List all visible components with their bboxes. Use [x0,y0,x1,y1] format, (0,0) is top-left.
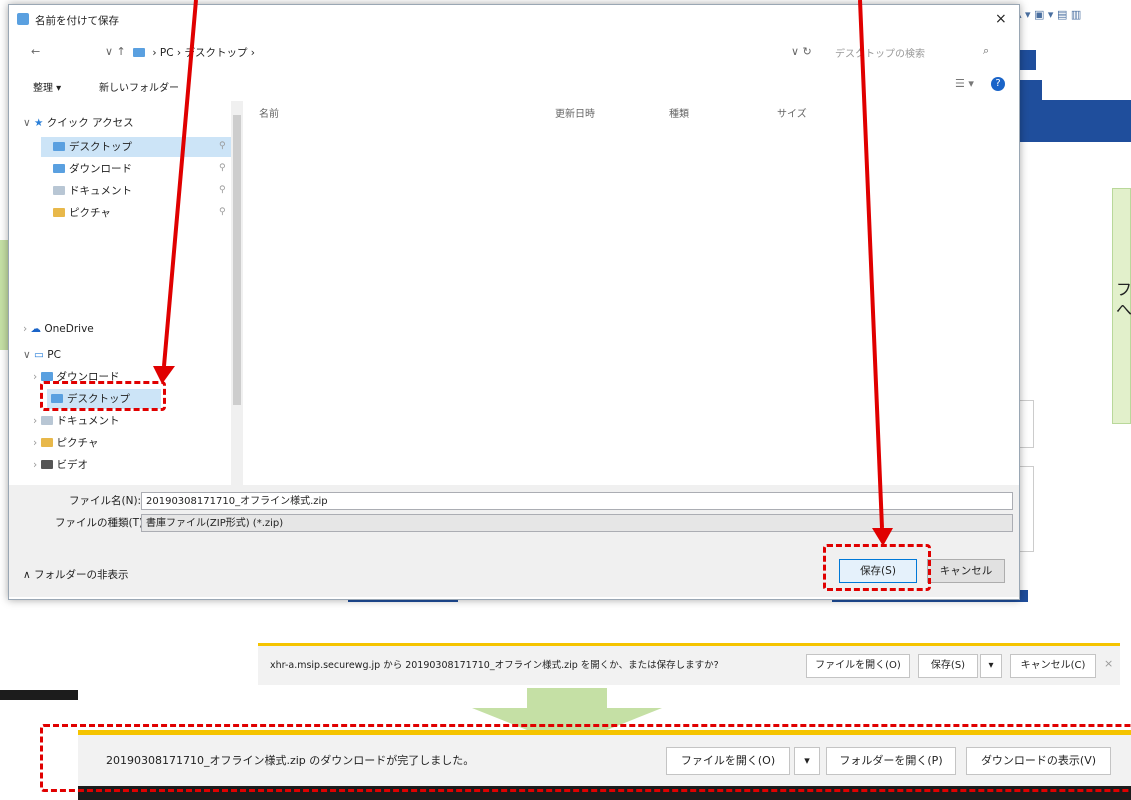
prompt-open-button[interactable]: ファイルを開く(O) [806,654,910,678]
arrow-line-right [858,0,884,529]
arrow-line-left [162,0,198,367]
arrowhead-left [153,366,175,384]
arrowhead-right [872,528,893,546]
highlight-complete-bar [40,724,1131,792]
download-prompt-bar: xhr-a.msip.securewg.jp から 20190308171710… [258,643,1120,685]
prompt-cancel-button[interactable]: キャンセル(C) [1010,654,1096,678]
prompt-close-icon[interactable]: × [1104,657,1113,670]
prompt-save-dropdown[interactable]: ▾ [980,654,1002,678]
green-arrow-stem [527,688,607,708]
prompt-save-button[interactable]: 保存(S) [918,654,978,678]
download-prompt-message: xhr-a.msip.securewg.jp から 20190308171710… [270,660,719,671]
